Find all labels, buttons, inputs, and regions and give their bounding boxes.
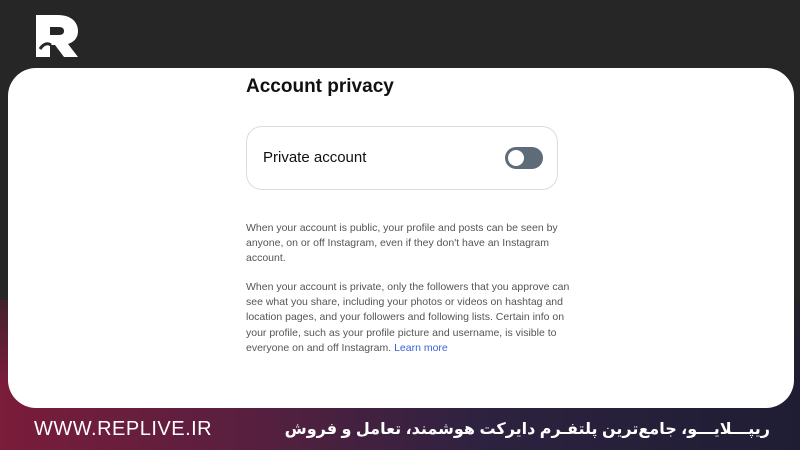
public-account-description: When your account is public, your profil… xyxy=(246,222,558,265)
private-account-description: When your account is private, only the f… xyxy=(246,280,571,356)
page-title: Account privacy xyxy=(246,76,394,97)
private-account-toggle[interactable] xyxy=(505,147,543,169)
replive-logo-icon xyxy=(36,15,78,57)
footer-tagline: ریپـــلایـــو، جامع‌ترین پلتفـرم دایرکت … xyxy=(284,421,770,438)
toggle-knob xyxy=(508,150,524,166)
footer-url: WWW.REPLIVE.IR xyxy=(34,418,213,440)
private-account-setting: Private account xyxy=(246,126,558,190)
learn-more-link[interactable]: Learn more xyxy=(394,342,448,354)
private-account-label: Private account xyxy=(263,149,367,166)
settings-card: Account privacy Private account When you… xyxy=(8,68,794,408)
